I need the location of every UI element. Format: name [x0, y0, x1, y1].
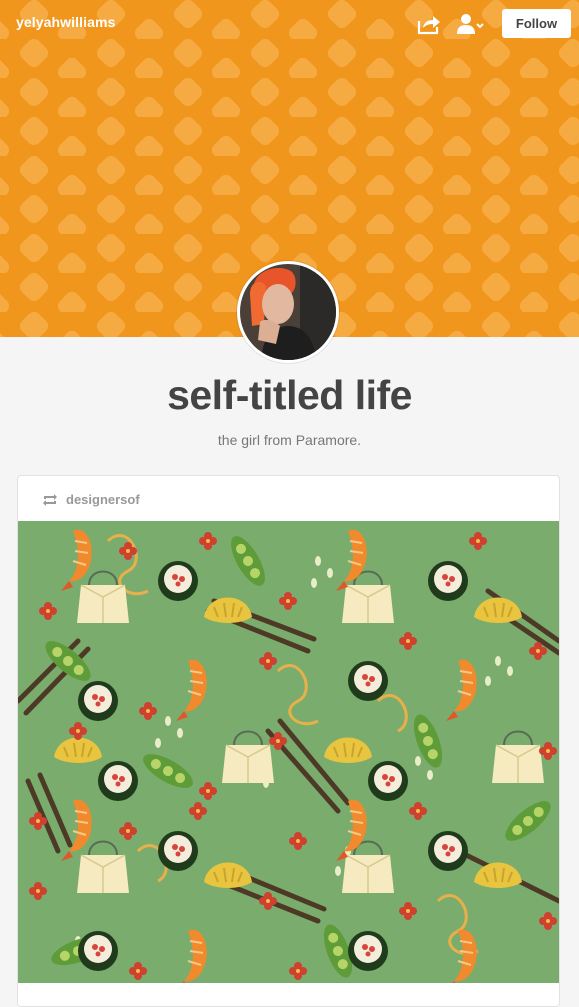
- top-bar: yelyahwilliams Follow: [0, 0, 579, 48]
- avatar[interactable]: [237, 261, 339, 363]
- share-icon[interactable]: [417, 13, 441, 35]
- post-card: designersof: [17, 475, 560, 1007]
- blog-title: self-titled life: [167, 372, 412, 418]
- blog-name-link[interactable]: yelyahwilliams: [16, 14, 115, 30]
- reblogged-from-link[interactable]: designersof: [66, 492, 140, 507]
- blog-description: the girl from Paramore.: [217, 432, 362, 448]
- follow-button[interactable]: Follow: [502, 9, 571, 38]
- post-image[interactable]: [18, 521, 559, 983]
- food-pattern-illustration: [18, 521, 559, 983]
- reblog-icon: [42, 493, 58, 507]
- user-menu-icon[interactable]: [457, 13, 485, 35]
